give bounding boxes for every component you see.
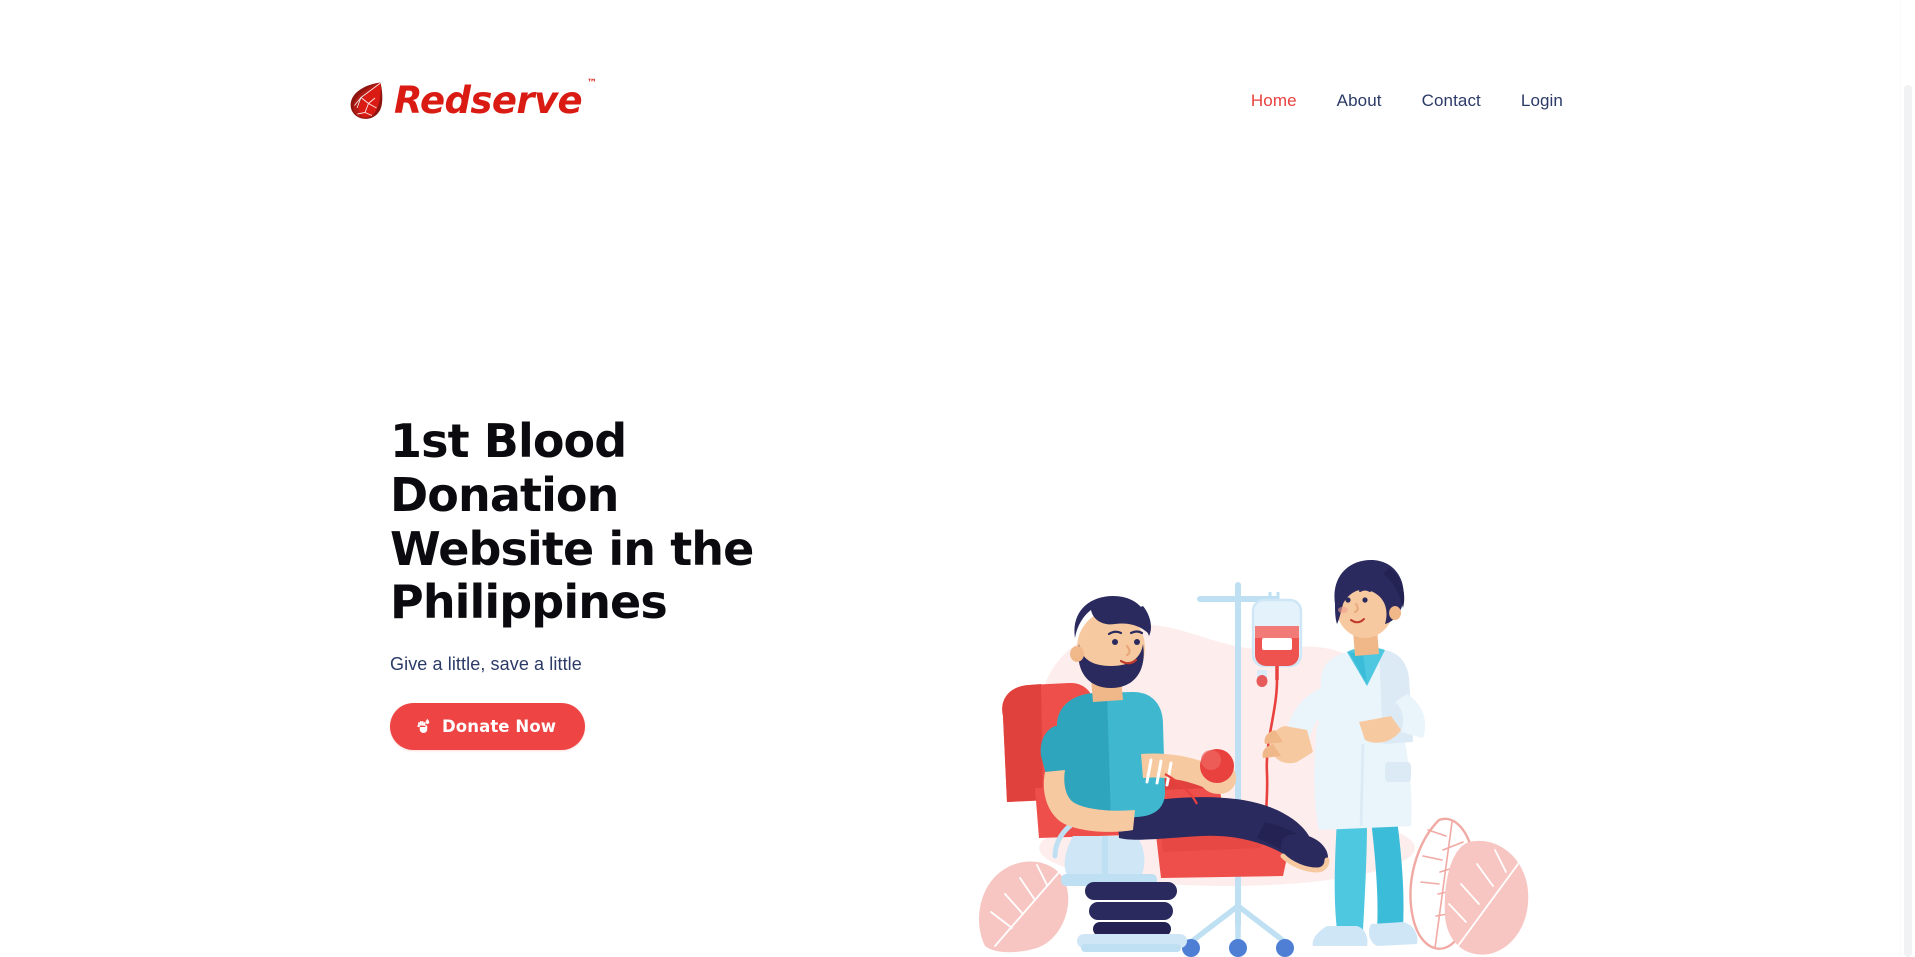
nav-item-about[interactable]: About (1337, 92, 1382, 109)
donate-now-button[interactable]: Donate Now (390, 703, 586, 751)
brand-name-text: Redserve (394, 78, 583, 122)
nav-item-contact[interactable]: Contact (1422, 92, 1481, 109)
donate-now-label: Donate Now (442, 716, 557, 736)
nav-item-login[interactable]: Login (1521, 92, 1563, 109)
page-scrollbar[interactable] (1900, 0, 1915, 957)
hero-copy: 1st Blood Donation Website in the Philip… (390, 414, 910, 751)
hero-title: 1st Blood Donation Website in the Philip… (390, 414, 754, 630)
brand-name: Redserve ™ (394, 78, 597, 122)
nav-item-home[interactable]: Home (1251, 92, 1297, 109)
blood-donation-illustration (965, 530, 1535, 957)
brand-logo[interactable]: Redserve ™ (348, 78, 597, 122)
hero-subtitle: Give a little, save a little (390, 654, 582, 675)
hero-section: 1st Blood Donation Website in the Philip… (0, 200, 1915, 957)
landing-page: Redserve ™ Home About Contact Login 1st … (0, 0, 1915, 957)
blood-drop-leaf-icon (348, 81, 384, 121)
scrollbar-thumb[interactable] (1904, 85, 1912, 957)
hand-blood-drop-icon (414, 717, 433, 736)
site-header: Redserve ™ Home About Contact Login (0, 0, 1915, 200)
main-navigation: Home About Contact Login (1251, 92, 1563, 109)
brand-trademark: ™ (587, 77, 598, 89)
